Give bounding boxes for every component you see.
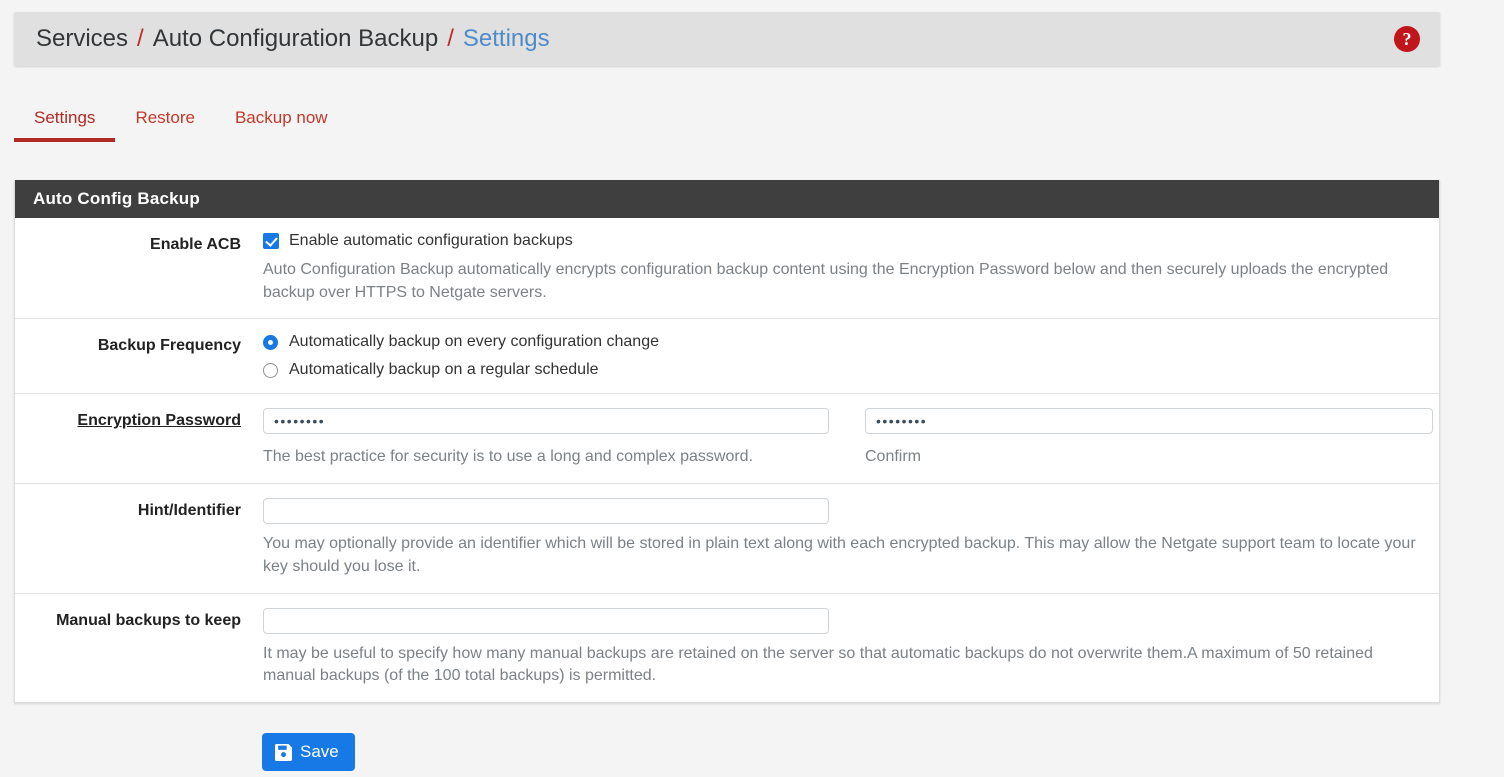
label-hint-identifier: Hint/Identifier	[137, 502, 241, 520]
panel-heading: Auto Config Backup	[15, 180, 1439, 218]
encryption-password-input[interactable]	[263, 408, 829, 435]
hint-identifier-input[interactable]	[263, 498, 829, 525]
radio-regular-schedule[interactable]: Automatically backup on a regular schedu…	[263, 361, 1423, 379]
breadcrumb-item-services[interactable]: Services	[36, 25, 128, 53]
tab-restore[interactable]: Restore	[115, 100, 215, 142]
label-backup-frequency: Backup Frequency	[97, 337, 241, 355]
form-row-manual-backups-to-keep: Manual backups to keep It may be useful …	[15, 594, 1439, 702]
form-row-hint-identifier: Hint/Identifier You may optionally provi…	[15, 484, 1439, 594]
breadcrumb-separator: /	[137, 25, 144, 52]
label-encryption-password: Encryption Password	[77, 412, 241, 430]
save-button[interactable]: Save	[262, 733, 355, 771]
enable-acb-checkbox-group[interactable]: Enable automatic configuration backups	[263, 232, 1423, 250]
hint-identifier-help-text: You may optionally provide an identifier…	[263, 535, 1416, 575]
auto-config-backup-panel: Auto Config Backup Enable ACB Enable aut…	[14, 180, 1440, 704]
breadcrumb: Services / Auto Configuration Backup / S…	[14, 25, 550, 53]
radio-every-config-change-label: Automatically backup on every configurat…	[289, 333, 659, 351]
tab-backup-now[interactable]: Backup now	[215, 100, 348, 142]
encryption-password-confirm-input[interactable]	[865, 408, 1433, 435]
enable-acb-checkbox-label: Enable automatic configuration backups	[289, 232, 573, 249]
enable-acb-checkbox[interactable]	[263, 233, 279, 249]
manual-backups-to-keep-input[interactable]	[263, 607, 829, 634]
tab-bar: Settings Restore Backup now	[14, 100, 348, 142]
save-floppy-icon	[275, 743, 292, 761]
enable-acb-help-text: Auto Configuration Backup automatically …	[263, 261, 1389, 301]
radio-regular-schedule-label: Automatically backup on a regular schedu…	[289, 361, 599, 379]
breadcrumb-separator: /	[447, 25, 454, 52]
tab-settings[interactable]: Settings	[14, 100, 116, 142]
breadcrumb-item-auto-configuration-backup[interactable]: Auto Configuration Backup	[153, 25, 439, 53]
encryption-password-confirm-help-text: Confirm	[865, 448, 922, 466]
manual-backups-to-keep-help-text: It may be useful to specify how many man…	[263, 644, 1373, 685]
label-enable-acb: Enable ACB	[150, 236, 241, 253]
form-row-enable-acb: Enable ACB Enable automatic configuratio…	[15, 218, 1439, 320]
radio-every-config-change-input[interactable]	[263, 334, 278, 350]
form-row-encryption-password: Encryption Password The best practice fo…	[15, 394, 1439, 485]
radio-every-config-change[interactable]: Automatically backup on every configurat…	[263, 333, 1423, 351]
breadcrumb-item-settings: Settings	[462, 25, 550, 52]
form-actions: Save	[262, 733, 355, 771]
radio-regular-schedule-input[interactable]	[263, 362, 278, 378]
encryption-password-help-text: The best practice for security is to use…	[263, 448, 754, 466]
save-button-label: Save	[300, 742, 339, 761]
form-row-backup-frequency: Backup Frequency Automatically backup on…	[15, 319, 1439, 395]
help-icon[interactable]: ?	[1394, 26, 1420, 52]
label-manual-backups-to-keep: Manual backups to keep	[56, 611, 241, 629]
breadcrumb-bar: Services / Auto Configuration Backup / S…	[14, 12, 1440, 66]
